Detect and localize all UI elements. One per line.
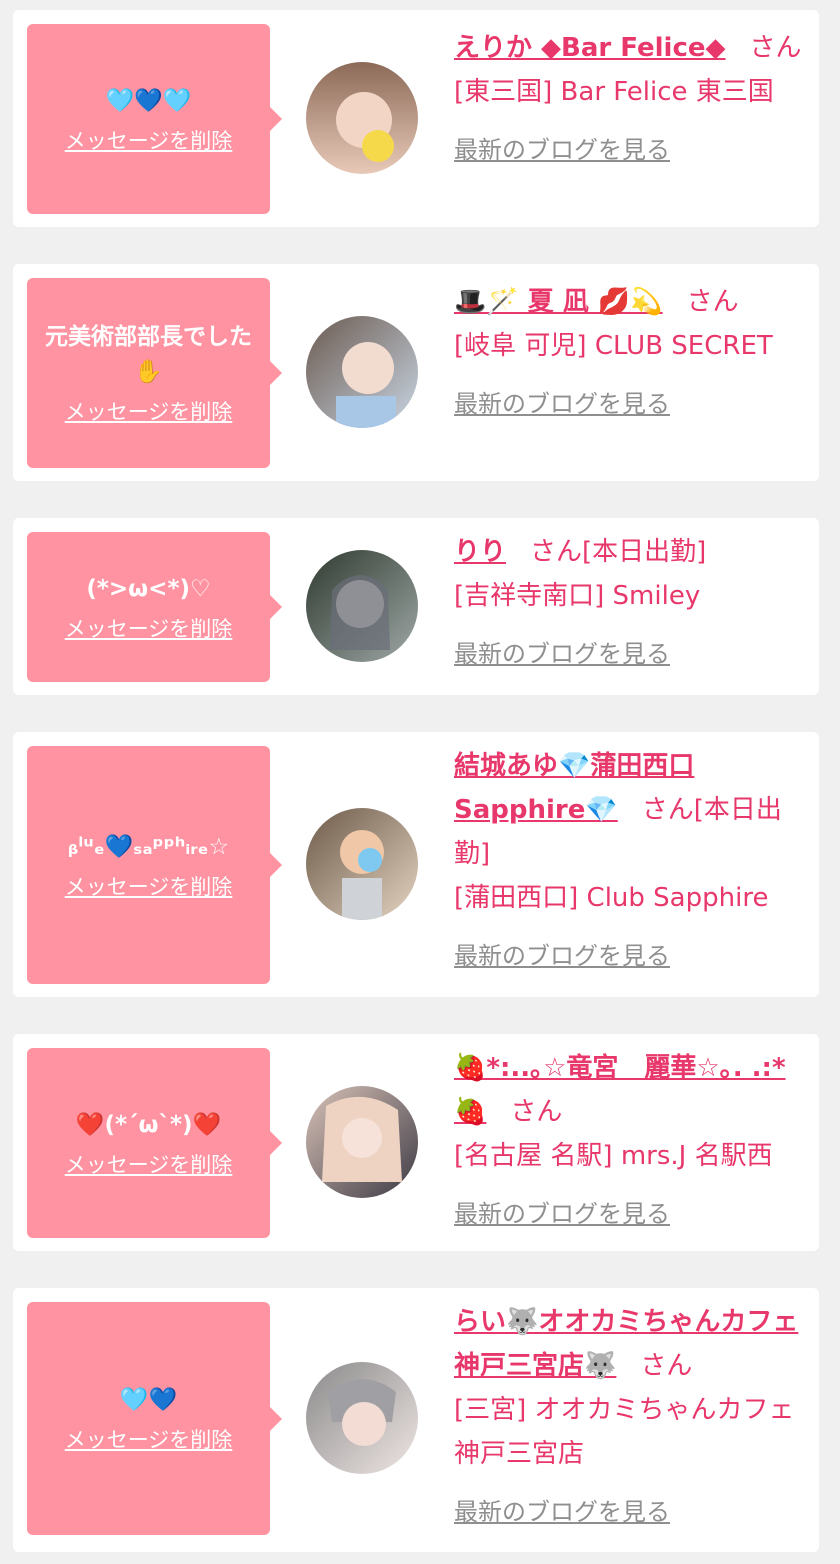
honorific: さん (686, 287, 739, 317)
message-bubble: ❤️(*´ω`*)❤️ メッセージを削除 (27, 1048, 282, 1238)
honorific: さん (640, 1351, 693, 1381)
message-bubble: ᵦˡᵘₑ💙ₛₐᵖᵖʰᵢᵣₑ☆ メッセージを削除 (27, 746, 282, 984)
message-text: 🩵💙 (119, 1387, 178, 1413)
delete-message-link[interactable]: メッセージを削除 (65, 1424, 233, 1454)
avatar[interactable] (306, 1362, 418, 1474)
shop-name: [岐阜 可児] CLUB SECRET (454, 331, 773, 361)
honorific: さん (749, 33, 802, 63)
message-bubble: 🩵💙 メッセージを削除 (27, 1302, 282, 1535)
latest-blog-link[interactable]: 最新のブログを見る (454, 1192, 804, 1236)
shop-name: [蒲田西口] Club Sapphire (454, 883, 769, 913)
message-text: 🩵💙🩵 (105, 87, 192, 114)
latest-blog-link[interactable]: 最新のブログを見る (454, 382, 804, 426)
latest-blog-link[interactable]: 最新のブログを見る (454, 1490, 804, 1534)
cast-info: 🎩🪄 夏 凪 💋💫 さん [岐阜 可児] CLUB SECRET 最新のブログを見… (454, 280, 804, 426)
cast-name-link[interactable]: らい🐺オオカミちゃんカフェ神戸三宮店🐺 (454, 1307, 798, 1381)
latest-blog-link[interactable]: 最新のブログを見る (454, 934, 804, 978)
message-bubble: (*>ω<*)♡ メッセージを削除 (27, 532, 282, 682)
message-text: ❤️(*´ω`*)❤️ (75, 1111, 222, 1138)
message-text: ᵦˡᵘₑ💙ₛₐᵖᵖʰᵢᵣₑ☆ (67, 833, 230, 860)
honorific: さん (510, 1097, 563, 1127)
message-card: (*>ω<*)♡ メッセージを削除 りり さん[本日出勤] [吉祥寺南口] Smi… (13, 518, 819, 695)
avatar[interactable] (306, 808, 418, 920)
cast-info: 結城あゆ💎蒲田西口Sapphire💎 さん[本日出勤] [蒲田西口] Club S… (454, 744, 804, 978)
cast-info: えりか ◆Bar Felice◆ さん [東三国] Bar Felice 東三国 … (454, 26, 804, 172)
honorific: さん (641, 795, 694, 825)
latest-blog-link[interactable]: 最新のブログを見る (454, 128, 804, 172)
avatar[interactable] (306, 62, 418, 174)
cast-name-link[interactable]: 🍓*:..｡☆竜宮 麗華☆｡. .:*🍓 (454, 1053, 786, 1127)
message-bubble: 🩵💙🩵 メッセージを削除 (27, 24, 282, 214)
message-card: 元美術部部長でした✋ メッセージを削除 🎩🪄 夏 凪 💋💫 さん [岐阜 可児] … (13, 264, 819, 481)
shop-name: [東三国] Bar Felice 東三国 (454, 77, 774, 107)
message-card: ❤️(*´ω`*)❤️ メッセージを削除 🍓*:..｡☆竜宮 麗華☆｡. .:*… (13, 1034, 819, 1251)
avatar[interactable] (306, 316, 418, 428)
avatar[interactable] (306, 550, 418, 662)
shop-name: [名古屋 名駅] mrs.J 名駅西 (454, 1141, 773, 1171)
message-card: 🩵💙 メッセージを削除 らい🐺オオカミちゃんカフェ神戸三宮店🐺 さん [三宮] オ… (13, 1288, 819, 1552)
honorific: さん (530, 537, 583, 567)
message-text: 元美術部部長でした✋ (45, 324, 252, 385)
cast-info: らい🐺オオカミちゃんカフェ神戸三宮店🐺 さん [三宮] オオカミちゃんカフェ神戸三… (454, 1300, 804, 1534)
delete-message-link[interactable]: メッセージを削除 (65, 396, 233, 426)
message-text: (*>ω<*)♡ (86, 575, 211, 602)
avatar[interactable] (306, 1086, 418, 1198)
delete-message-link[interactable]: メッセージを削除 (65, 1149, 233, 1179)
delete-message-link[interactable]: メッセージを削除 (65, 871, 233, 901)
message-card: 🩵💙🩵 メッセージを削除 えりか ◆Bar Felice◆ さん [東三国] Ba… (13, 10, 819, 227)
shop-name: [三宮] オオカミちゃんカフェ神戸三宮店 (454, 1395, 795, 1469)
message-bubble: 元美術部部長でした✋ メッセージを削除 (27, 278, 282, 468)
latest-blog-link[interactable]: 最新のブログを見る (454, 632, 804, 676)
cast-name-link[interactable]: りり (454, 537, 506, 567)
cast-info: りり さん[本日出勤] [吉祥寺南口] Smiley 最新のブログを見る (454, 530, 804, 676)
delete-message-link[interactable]: メッセージを削除 (65, 613, 233, 643)
cast-name-link[interactable]: 🎩🪄 夏 凪 💋💫 (454, 287, 663, 317)
delete-message-link[interactable]: メッセージを削除 (65, 125, 233, 155)
cast-info: 🍓*:..｡☆竜宮 麗華☆｡. .:*🍓 さん [名古屋 名駅] mrs.J 名駅… (454, 1046, 804, 1236)
cast-name-link[interactable]: えりか ◆Bar Felice◆ (454, 33, 726, 63)
status-text: [本日出勤] (582, 537, 707, 567)
shop-name: [吉祥寺南口] Smiley (454, 581, 701, 611)
message-card: ᵦˡᵘₑ💙ₛₐᵖᵖʰᵢᵣₑ☆ メッセージを削除 結城あゆ💎蒲田西口Sapphir… (13, 732, 819, 997)
